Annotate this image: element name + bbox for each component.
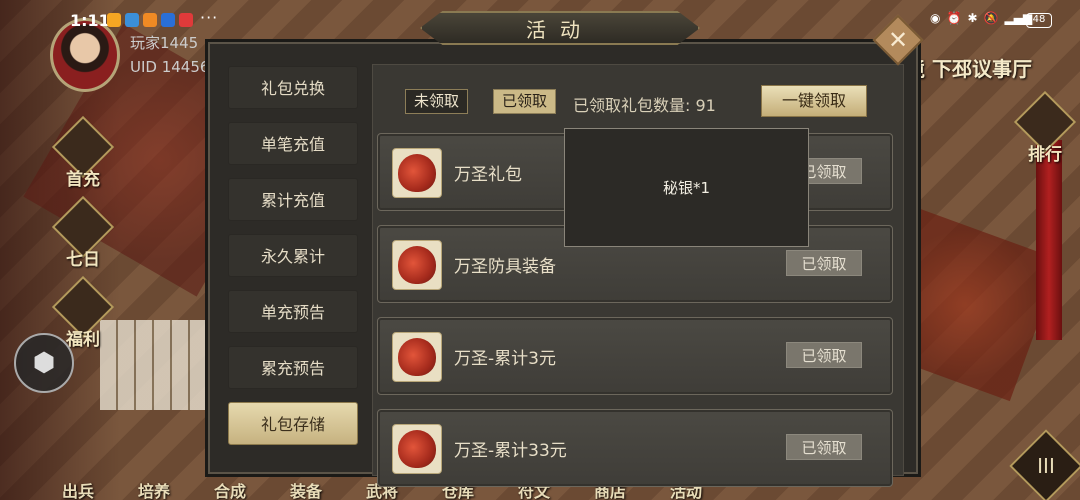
menu-icon: III bbox=[1037, 454, 1055, 478]
filter-unclaimed-button[interactable]: 未领取 bbox=[405, 89, 469, 114]
ranking-button[interactable]: 排行 bbox=[1010, 90, 1080, 165]
app-notification-icon bbox=[161, 13, 175, 27]
activity-tabs: 礼包兑换 单笔充值 累计充值 永久累计 单充预告 累充预告 礼包存储 bbox=[228, 66, 360, 458]
filter-claimed-button[interactable]: 已领取 bbox=[493, 89, 557, 114]
tab-gift-storage[interactable]: 礼包存储 bbox=[228, 402, 358, 445]
dialog-title: 活动 bbox=[526, 18, 594, 42]
alarm-icon: ⏰ bbox=[946, 11, 962, 25]
nav-equipment[interactable]: 装备 bbox=[268, 470, 344, 500]
floating-cube-button[interactable]: ⬢ bbox=[14, 333, 74, 393]
app-notification-icon bbox=[179, 13, 193, 27]
app-notification-icon bbox=[143, 13, 157, 27]
gift-name: 万圣防具装备 bbox=[454, 257, 556, 277]
first-charge-button[interactable]: 首充 bbox=[48, 115, 118, 190]
gift-name: 万圣-累计33元 bbox=[454, 441, 567, 461]
more-notifications-icon: ··· bbox=[200, 8, 219, 27]
app-notification-icon bbox=[125, 13, 139, 27]
mute-icon: 🔕 bbox=[983, 11, 999, 25]
gift-bag-icon[interactable] bbox=[392, 240, 442, 290]
status-time: 1:11 bbox=[70, 11, 110, 30]
system-icons: ◉ ⏰ ✱ 🔕 ▂▄▆ bbox=[930, 11, 1032, 25]
tab-cumulative-recharge[interactable]: 累计充值 bbox=[228, 178, 358, 221]
claimed-button[interactable]: 已领取 bbox=[786, 250, 862, 276]
gift-name: 万圣礼包 bbox=[454, 165, 522, 185]
tab-single-recharge[interactable]: 单笔充值 bbox=[228, 122, 358, 165]
claimed-button[interactable]: 已领取 bbox=[786, 342, 862, 368]
nav-dispatch[interactable]: 出兵 bbox=[40, 470, 116, 500]
tab-cumulative-preview[interactable]: 累充预告 bbox=[228, 346, 358, 389]
activity-dialog: 礼包兑换 单笔充值 累计充值 永久累计 单充预告 累充预告 礼包存储 未领取 已… bbox=[208, 42, 918, 487]
claimed-count: 已领取礼包数量: 91 bbox=[573, 96, 716, 115]
ranking-label: 排行 bbox=[1028, 145, 1062, 165]
player-uid: UID 144561 bbox=[130, 58, 219, 76]
gift-bag-icon[interactable] bbox=[392, 148, 442, 198]
first-charge-label: 首充 bbox=[66, 170, 100, 190]
seven-day-button[interactable]: 七日 bbox=[48, 195, 118, 270]
tab-gift-redeem[interactable]: 礼包兑换 bbox=[228, 66, 358, 109]
location-name: 境 下邳议事厅 bbox=[905, 57, 1032, 81]
tab-permanent-cumulative[interactable]: 永久累计 bbox=[228, 234, 358, 277]
nav-synthesis[interactable]: 合成 bbox=[192, 470, 268, 500]
battery-icon: 48 bbox=[1026, 13, 1052, 28]
seven-day-label: 七日 bbox=[66, 250, 100, 270]
list-item: 万圣-累计33元 已领取 bbox=[377, 409, 893, 487]
claimed-button[interactable]: 已领取 bbox=[786, 434, 862, 460]
nav-train[interactable]: 培养 bbox=[116, 470, 192, 500]
close-icon: ✕ bbox=[887, 26, 909, 54]
app-notification-icon bbox=[107, 13, 121, 27]
list-item: 万圣-累计3元 已领取 bbox=[377, 317, 893, 395]
gift-bag-icon[interactable] bbox=[392, 424, 442, 474]
pillar-decoration bbox=[1036, 140, 1062, 340]
bluetooth-icon: ✱ bbox=[967, 11, 978, 25]
tab-single-preview[interactable]: 单充预告 bbox=[228, 290, 358, 333]
item-tooltip: 秘银*1 bbox=[564, 128, 809, 247]
gift-storage-panel: 未领取 已领取 已领取礼包数量: 91 一键领取 万圣礼包 已领取 万圣防具装备… bbox=[372, 64, 904, 487]
cube-icon: ⬢ bbox=[32, 348, 56, 378]
notification-icons bbox=[107, 13, 193, 27]
eye-icon: ◉ bbox=[930, 11, 941, 25]
claim-all-button[interactable]: 一键领取 bbox=[761, 85, 867, 117]
gift-name: 万圣-累计3元 bbox=[454, 349, 556, 369]
gift-bag-icon[interactable] bbox=[392, 332, 442, 382]
